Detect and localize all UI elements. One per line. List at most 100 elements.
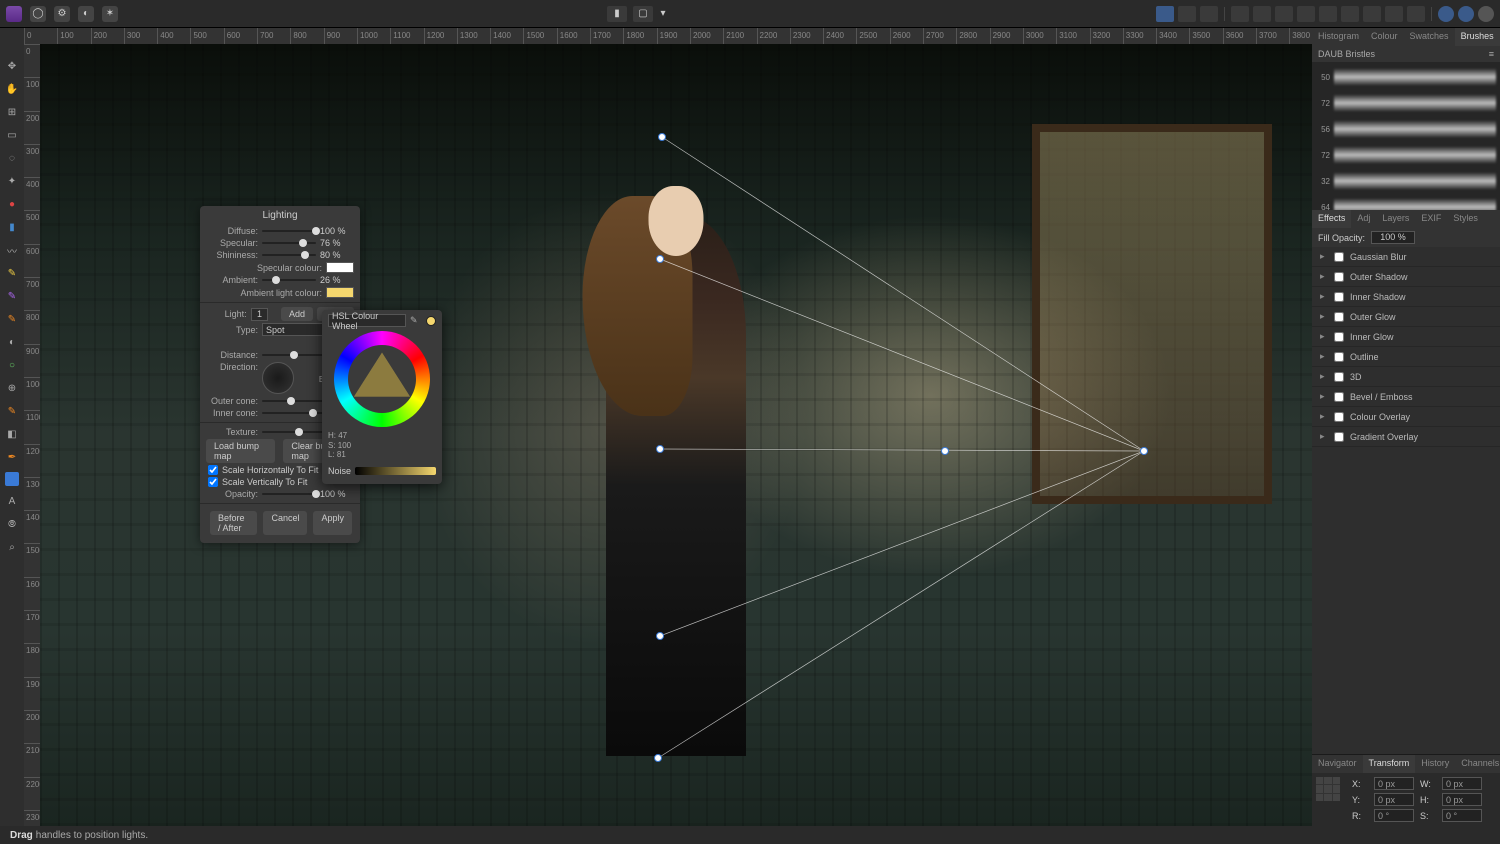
tab-histogram[interactable]: Histogram [1312,28,1365,46]
tool-brush-o[interactable]: ✎ [4,311,20,327]
tr-btn-7[interactable] [1297,6,1315,22]
specular-slider[interactable] [262,238,316,248]
light-index[interactable]: 1 [251,308,269,321]
current-colour-swatch[interactable] [426,316,436,326]
effect--d[interactable]: ▸3D [1312,367,1500,387]
tr-btn-2[interactable] [1178,6,1196,22]
diffuse-slider[interactable] [262,226,316,236]
dot-icon[interactable]: ◐ [78,6,94,22]
tab-swatches[interactable]: Swatches [1404,28,1455,46]
brush-preset[interactable]: 72 [1316,144,1496,166]
tab-layers[interactable]: Layers [1376,210,1415,228]
tool-dodge[interactable]: ◐ [4,334,20,350]
tool-move[interactable]: ✥ [4,58,20,74]
tab-effects[interactable]: Effects [1312,210,1351,228]
tr-btn-8[interactable] [1319,6,1337,22]
tab-colour[interactable]: Colour [1365,28,1404,46]
add-button[interactable]: Add [281,307,313,321]
effect-inner-glow[interactable]: ▸Inner Glow [1312,327,1500,347]
effect-outer-shadow[interactable]: ▸Outer Shadow [1312,267,1500,287]
cancel-button[interactable]: Cancel [263,511,307,535]
help-icon[interactable] [1438,6,1454,22]
account-icon[interactable] [1458,6,1474,22]
shininess-slider[interactable] [262,250,316,260]
tool-eraser[interactable]: ◧ [4,426,20,442]
tool-brush-p[interactable]: ✎ [4,288,20,304]
brush-menu-icon[interactable]: ≡ [1489,49,1494,59]
tr-btn-11[interactable] [1385,6,1403,22]
transform-w[interactable] [1442,777,1482,790]
tool-brush-y[interactable]: ✎ [4,265,20,281]
before-after-button[interactable]: Before / After [210,511,257,535]
link-icon[interactable]: ✶ [102,6,118,22]
center-btn-b[interactable]: ▢ [633,6,653,22]
transform-r[interactable] [1374,809,1414,822]
tool-text[interactable]: A [4,493,20,509]
tab-adj[interactable]: Adj [1351,210,1376,228]
app-icon[interactable] [6,6,22,22]
apply-button[interactable]: Apply [313,511,352,535]
brush-preset[interactable]: 32 [1316,170,1496,192]
ambient-colour-swatch[interactable] [326,287,354,298]
colour-mode-select[interactable]: HSL Colour Wheel [328,314,406,327]
anchor-widget[interactable] [1316,777,1340,801]
ambient-slider[interactable] [262,275,316,285]
effect-gradient-overlay[interactable]: ▸Gradient Overlay [1312,427,1500,447]
tool-zoom[interactable]: ⌕ [4,539,20,555]
opacity-slider[interactable] [262,489,316,499]
tool-smudge[interactable]: 〰 [4,242,20,258]
tool-paint-red[interactable]: ● [4,196,20,212]
tr-btn-9[interactable] [1341,6,1359,22]
effect-outer-glow[interactable]: ▸Outer Glow [1312,307,1500,327]
tab-exif[interactable]: EXIF [1415,210,1447,228]
tr-btn-1[interactable] [1156,6,1174,22]
brush-preset[interactable]: 56 [1316,118,1496,140]
brush-preset[interactable]: 64 [1316,196,1496,210]
tool-shape-blue[interactable] [5,472,19,486]
tool-color-picker[interactable]: ⦾ [4,516,20,532]
brush-preset[interactable]: 50 [1316,66,1496,88]
persona-icon[interactable]: ◯ [30,6,46,22]
tab-styles[interactable]: Styles [1447,210,1484,228]
tool-view[interactable]: ✋ [4,81,20,97]
tr-btn-6[interactable] [1275,6,1293,22]
tab-channels[interactable]: Channels [1455,755,1500,773]
transform-s[interactable] [1442,809,1482,822]
tool-brush[interactable]: ✎ [4,403,20,419]
tr-btn-4[interactable] [1231,6,1249,22]
tool-select-rect[interactable]: ▭ [4,127,20,143]
tool-crop[interactable]: ⊞ [4,104,20,120]
tool-clone[interactable]: ⊕ [4,380,20,396]
colour-popover[interactable]: HSL Colour Wheel ✎ H: 47S: 100L: 81 Nois… [322,310,442,484]
tr-btn-10[interactable] [1363,6,1381,22]
sync-icon[interactable] [1478,6,1494,22]
effect-bevel-emboss[interactable]: ▸Bevel / Emboss [1312,387,1500,407]
tool-flood[interactable]: ▮ [4,219,20,235]
effect-colour-overlay[interactable]: ▸Colour Overlay [1312,407,1500,427]
brush-set-name[interactable]: DAUB Bristles [1318,49,1375,59]
tr-btn-5[interactable] [1253,6,1271,22]
tab-transform[interactable]: Transform [1363,755,1416,773]
brush-preset[interactable]: 72 [1316,92,1496,114]
tool-sponge[interactable]: ○ [4,357,20,373]
hsl-colour-wheel[interactable] [334,331,430,427]
gear-icon[interactable]: ⚙ [54,6,70,22]
center-caret[interactable]: ▾ [659,6,667,22]
tr-btn-12[interactable] [1407,6,1425,22]
tr-btn-3[interactable] [1200,6,1218,22]
transform-h[interactable] [1442,793,1482,806]
tool-select-freehand[interactable]: ◌ [4,150,20,166]
load-bump-button[interactable]: Load bump map [206,439,275,463]
effect-outline[interactable]: ▸Outline [1312,347,1500,367]
tab-navigator[interactable]: Navigator [1312,755,1363,773]
tool-pen[interactable]: ✒ [4,449,20,465]
tab-history[interactable]: History [1415,755,1455,773]
effect-gaussian-blur[interactable]: ▸Gaussian Blur [1312,247,1500,267]
noise-slider[interactable] [355,467,436,475]
eyedropper-icon[interactable]: ✎ [410,315,422,327]
effect-inner-shadow[interactable]: ▸Inner Shadow [1312,287,1500,307]
fill-opacity-input[interactable]: 100 % [1371,231,1415,244]
tab-brushes[interactable]: Brushes [1455,28,1500,46]
center-btn-a[interactable]: ▮ [607,6,627,22]
direction-wheel[interactable] [262,362,294,394]
